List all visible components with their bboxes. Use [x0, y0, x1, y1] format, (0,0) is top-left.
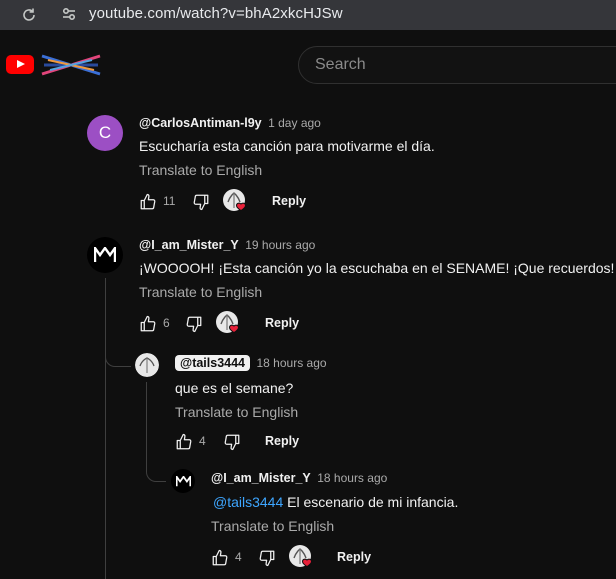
translate-button[interactable]: Translate to English [175, 404, 298, 420]
search-input[interactable] [315, 56, 615, 74]
translate-button[interactable]: Translate to English [211, 518, 334, 534]
creator-heart-icon[interactable] [288, 544, 314, 570]
creator-heart-icon[interactable] [215, 310, 241, 336]
browser-url-bar: youtube.com/watch?v=bhA2xkcHJSw [0, 0, 616, 30]
youtube-logo-icon[interactable] [6, 55, 34, 74]
like-count: 4 [199, 434, 206, 448]
mister-y-logo-icon [94, 247, 116, 262]
dislike-icon[interactable] [192, 190, 210, 214]
comment-header: @I_am_Mister_Y 19 hours ago [139, 238, 315, 252]
like-icon[interactable] [175, 430, 193, 454]
url-text[interactable]: youtube.com/watch?v=bhA2xkcHJSw [89, 5, 343, 22]
comment-actions: 6 Reply [139, 310, 339, 336]
reply-button[interactable]: Reply [337, 550, 371, 564]
thread-connector [146, 460, 166, 482]
reload-icon[interactable] [19, 5, 39, 25]
thread-connector [105, 345, 131, 367]
thread-line [146, 382, 147, 460]
youtube-header [0, 30, 616, 98]
comment-text: ¡WOOOOH! ¡Esta canción yo la escuchaba e… [139, 260, 615, 276]
comment-header: @CarlosAntiman-l9y 1 day ago [139, 116, 321, 130]
comment-author[interactable]: @CarlosAntiman-l9y [139, 116, 262, 130]
comment-text: @tails3444 El escenario de mi infancia. [213, 494, 458, 510]
like-count: 4 [235, 550, 242, 564]
comment-time[interactable]: 18 hours ago [257, 356, 327, 370]
comment-actions: 4 Reply [175, 430, 375, 454]
doodle-logo[interactable] [38, 52, 104, 78]
mister-y-logo-icon [175, 475, 191, 486]
like-icon[interactable] [139, 190, 157, 214]
reply-button[interactable]: Reply [265, 434, 299, 448]
comment-time[interactable]: 1 day ago [268, 116, 321, 130]
like-icon[interactable] [139, 312, 157, 336]
site-info-icon[interactable] [58, 3, 80, 25]
dislike-icon[interactable] [185, 312, 203, 336]
comment-author[interactable]: @tails3444 [175, 355, 251, 371]
avatar[interactable] [87, 237, 123, 273]
reply-button[interactable]: Reply [272, 194, 306, 208]
like-count: 11 [163, 194, 176, 208]
like-icon[interactable] [211, 546, 229, 570]
dislike-icon[interactable] [223, 430, 241, 454]
translate-button[interactable]: Translate to English [139, 162, 262, 178]
comment-author[interactable]: @I_am_Mister_Y [211, 471, 311, 485]
comment-text: Escucharía esta canción para motivarme e… [139, 138, 435, 154]
comment-actions: 4 Reply [211, 544, 411, 570]
dislike-icon[interactable] [258, 546, 276, 570]
comment-text: que es el semane? [175, 380, 294, 396]
comment-header: @I_am_Mister_Y 18 hours ago [211, 471, 387, 485]
comment-time[interactable]: 19 hours ago [245, 238, 315, 252]
avatar-letter: C [98, 123, 112, 142]
comment-text-body: El escenario de mi infancia. [283, 494, 459, 510]
like-count: 6 [163, 316, 170, 330]
mention-link[interactable]: @tails3444 [213, 494, 283, 510]
translate-button[interactable]: Translate to English [139, 284, 262, 300]
avatar[interactable] [135, 353, 159, 377]
comment-time[interactable]: 18 hours ago [317, 471, 387, 485]
avatar[interactable] [171, 469, 195, 493]
thread-line [105, 278, 106, 579]
reply-button[interactable]: Reply [265, 316, 299, 330]
comment-author[interactable]: @I_am_Mister_Y [139, 238, 239, 252]
comment-actions: 11 Reply [139, 188, 339, 214]
avatar[interactable]: C [87, 115, 123, 151]
comment-header: @tails3444 18 hours ago [175, 355, 327, 371]
search-box[interactable] [298, 46, 616, 84]
creator-heart-icon[interactable] [222, 188, 248, 214]
